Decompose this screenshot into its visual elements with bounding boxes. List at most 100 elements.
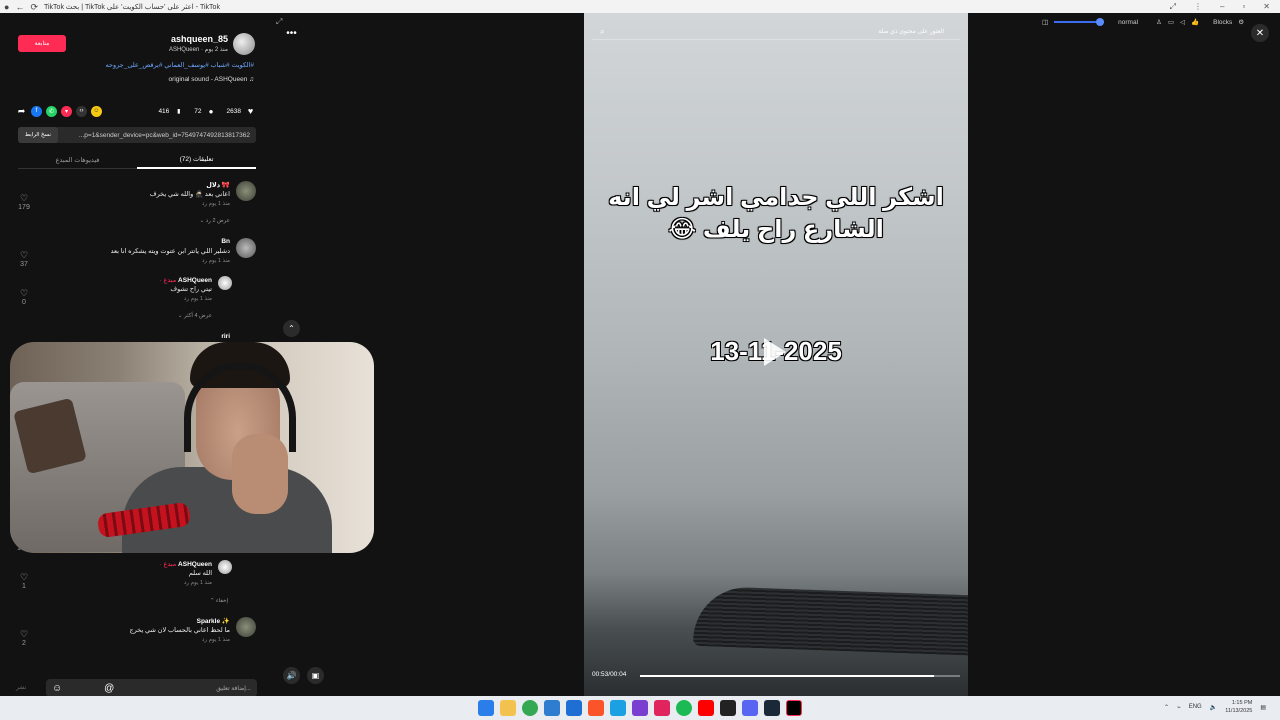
blocks-label[interactable]: Blocks xyxy=(1213,19,1232,26)
clock[interactable]: 1:15 PM 11/13/2025 xyxy=(1225,699,1252,715)
view-more-replies-link[interactable]: عرض 4 أكثر ⌄ xyxy=(178,313,212,319)
extensions-icon[interactable]: ⤢ xyxy=(1170,2,1176,12)
comment-meta[interactable]: منذ 1 يوم رد xyxy=(184,296,212,302)
brave-icon[interactable] xyxy=(588,700,604,716)
author-avatar[interactable] xyxy=(233,33,255,55)
tray-chevron-icon[interactable]: ⌃ xyxy=(1164,704,1169,711)
tab-creator-videos[interactable]: فيديوهات المبدع xyxy=(18,151,137,169)
commenter-name[interactable]: · مبدع ASHQueen xyxy=(160,276,212,284)
share-icon[interactable]: ◁ xyxy=(1180,18,1185,26)
mode-label[interactable]: normal xyxy=(1118,19,1138,26)
copy-link-button[interactable]: نسخ الرابط xyxy=(18,127,58,143)
comment-input-placeholder[interactable]: إضافة تعليق... xyxy=(216,685,251,692)
post-hashtags[interactable]: #الكويت #شباب #يوسف_العماني #يرقص_على_جر… xyxy=(105,61,254,69)
reload-icon[interactable]: ⟳ xyxy=(30,1,38,13)
comment-meta[interactable]: منذ 1 يوم رد xyxy=(202,201,230,207)
spotify-icon[interactable] xyxy=(676,700,692,716)
view-replies-link[interactable]: عرض 2 رد ⌄ xyxy=(200,218,230,224)
picture-in-picture-icon[interactable]: ▣ xyxy=(307,667,324,684)
thumbs-up-icon[interactable]: 👍 xyxy=(1191,18,1199,26)
whatsapp-icon[interactable]: ✆ xyxy=(46,105,57,117)
start-icon[interactable] xyxy=(478,700,494,716)
coin-icon[interactable]: ☺ xyxy=(91,105,102,117)
creator-name[interactable]: ASHQueen xyxy=(178,561,212,568)
heart-outline-icon[interactable]: ♡ xyxy=(16,629,32,640)
heart-outline-icon[interactable]: ♡ xyxy=(16,193,32,204)
share-arrow-icon[interactable]: ➦ xyxy=(16,106,27,117)
commenter-name[interactable]: · مبدع ASHQueen xyxy=(160,560,212,568)
creator-avatar[interactable] xyxy=(218,276,232,290)
commenter-avatar[interactable] xyxy=(236,238,256,258)
camera-icon[interactable]: ◫ xyxy=(1042,18,1048,26)
volume-slider[interactable] xyxy=(1054,18,1105,26)
menu-icon[interactable]: ⋮ xyxy=(1194,2,1202,12)
window-icon[interactable]: ▭ xyxy=(1168,18,1174,26)
comment-like[interactable]: ♡ 0 xyxy=(16,288,32,306)
volume-icon[interactable]: 🔊 xyxy=(283,667,300,684)
original-sound-link[interactable]: original sound - ASHQueen ♫ xyxy=(169,76,254,83)
bookmark-icon[interactable]: ▮ xyxy=(173,106,184,117)
commenter-avatar[interactable] xyxy=(236,181,256,201)
follow-button[interactable]: متابعة xyxy=(18,35,66,52)
steam-icon[interactable] xyxy=(764,700,780,716)
comment-like[interactable]: ♡ 179 xyxy=(16,193,32,211)
speaker-icon[interactable]: 🔈 xyxy=(1210,704,1217,711)
search-icon[interactable]: ⌕ xyxy=(600,27,604,37)
video-player[interactable]: ⌕ العثور على محتوى ذي صلة اشكر اللي جدام… xyxy=(584,13,968,696)
fullscreen-icon[interactable]: ⤢ xyxy=(276,17,282,27)
chrome-icon[interactable] xyxy=(522,700,538,716)
tiktok-icon[interactable] xyxy=(786,700,802,716)
minimize-icon[interactable]: – xyxy=(1220,2,1224,12)
creator-avatar[interactable] xyxy=(218,560,232,574)
facebook-icon[interactable]: f xyxy=(31,105,42,117)
commenter-name[interactable]: riri xyxy=(221,333,230,340)
obs-icon[interactable] xyxy=(632,700,648,716)
tab-comments[interactable]: تعليقات (72) xyxy=(137,151,256,169)
author-username[interactable]: ashqueen_85 xyxy=(171,34,228,44)
comment-like[interactable]: ♡ 2 xyxy=(16,629,32,647)
app-icon[interactable] xyxy=(610,700,626,716)
back-icon[interactable]: ← xyxy=(15,1,24,13)
commenter-name[interactable]: Bn xyxy=(221,238,230,245)
notifications-icon[interactable]: ▤ xyxy=(1260,704,1266,711)
hide-replies-link[interactable]: إخفاء ⌃ xyxy=(210,598,228,604)
heart-outline-icon[interactable]: ♡ xyxy=(16,288,32,299)
mention-icon[interactable]: @ xyxy=(104,683,114,694)
commenter-name[interactable]: دلال 🎀 xyxy=(206,181,230,189)
video-search-placeholder[interactable]: العثور على محتوى ذي صلة xyxy=(878,28,944,35)
video-progress-bar[interactable] xyxy=(640,675,960,677)
heart-outline-icon[interactable]: ♡ xyxy=(16,250,32,261)
user-icon[interactable]: ♙ xyxy=(1156,18,1162,26)
share-link-text[interactable]: ...p=1&sender_device=pc&web_id=754974749… xyxy=(58,132,256,139)
heart-icon[interactable]: ♥ xyxy=(245,106,256,117)
comment-meta[interactable]: منذ 1 يوم رد xyxy=(184,580,212,586)
media-icon[interactable] xyxy=(720,700,736,716)
comment-input[interactable]: ☺ @ إضافة تعليق... xyxy=(46,679,257,697)
comment-meta[interactable]: منذ 1 يوم رد xyxy=(202,637,230,643)
more-options-icon[interactable]: ••• xyxy=(283,25,300,42)
window-close-icon[interactable]: ✕ xyxy=(1263,2,1270,12)
commenter-name[interactable]: Sparkle ✨ xyxy=(197,617,230,625)
maximize-icon[interactable]: ▫ xyxy=(1242,2,1245,12)
discord-icon[interactable] xyxy=(742,700,758,716)
youtube-icon[interactable] xyxy=(698,700,714,716)
play-icon[interactable] xyxy=(764,338,786,366)
comment-like[interactable]: ♡ 37 xyxy=(16,250,32,268)
settings-icon[interactable]: ⚙ xyxy=(1238,18,1244,26)
video-search-bar[interactable]: ⌕ العثور على محتوى ذي صلة xyxy=(592,24,960,40)
comment-like[interactable]: ♡ 1 xyxy=(16,572,32,590)
store-icon[interactable] xyxy=(566,700,582,716)
comment-icon[interactable]: ● xyxy=(206,106,217,117)
volume-slider-knob[interactable] xyxy=(1096,18,1105,26)
close-video-button[interactable]: ✕ xyxy=(1251,24,1269,42)
edge-icon[interactable] xyxy=(544,700,560,716)
file-explorer-icon[interactable] xyxy=(500,700,516,716)
network-icon[interactable]: ⌁ xyxy=(1177,704,1181,711)
comment-meta[interactable]: منذ 1 يوم رد xyxy=(202,258,230,264)
language-label[interactable]: ENG xyxy=(1189,704,1202,710)
emoji-icon[interactable]: ☺ xyxy=(52,683,62,694)
creator-name[interactable]: ASHQueen xyxy=(178,277,212,284)
embed-icon[interactable]: ‹› xyxy=(76,105,87,117)
scroll-up-button[interactable]: ⌃ xyxy=(283,320,300,337)
post-comment-button[interactable]: نشر xyxy=(16,684,26,691)
